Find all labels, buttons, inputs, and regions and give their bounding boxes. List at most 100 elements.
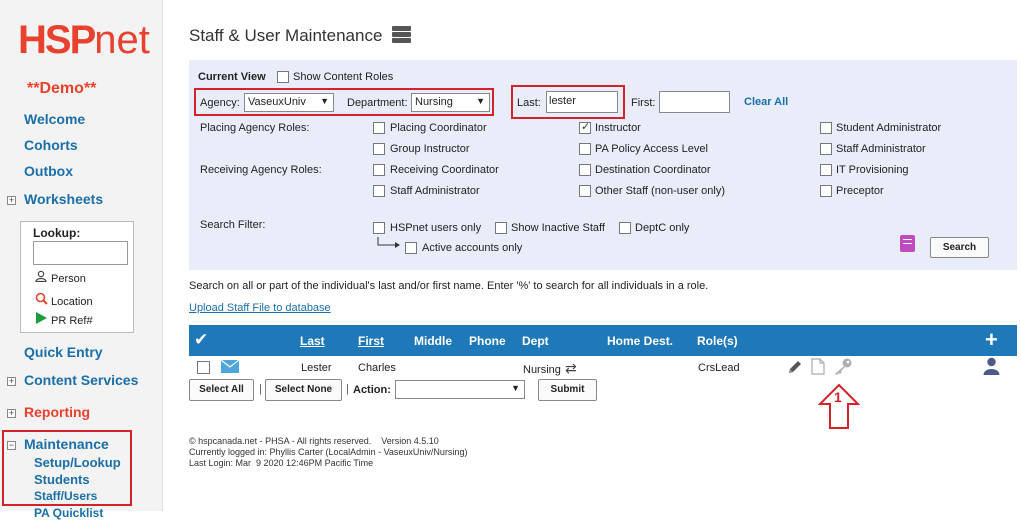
other-staff-checkbox[interactable] xyxy=(579,185,591,197)
user-profile-icon[interactable] xyxy=(983,357,1000,375)
hspnet-users-only-checkbox[interactable] xyxy=(373,222,385,234)
nav-pa-quicklist[interactable]: PA Quicklist xyxy=(34,506,103,520)
nav-cohorts[interactable]: Cohorts xyxy=(24,137,78,153)
agency-value: VaseuxUniv xyxy=(248,96,306,108)
active-accounts-only-checkbox[interactable] xyxy=(405,242,417,254)
edit-pencil-icon[interactable] xyxy=(787,359,803,375)
destination-coordinator-checkbox[interactable] xyxy=(579,164,591,176)
nav-welcome[interactable]: Welcome xyxy=(24,111,85,127)
action-label: Action: xyxy=(353,384,391,396)
it-provisioning-checkbox[interactable] xyxy=(820,164,832,176)
select-all-button[interactable]: Select All xyxy=(189,379,254,401)
footer-last-login: Last Login: Mar 9 2020 12:46PM Pacific T… xyxy=(189,458,374,468)
staff-administrator-left-checkbox[interactable] xyxy=(373,185,385,197)
switch-dept-arrows-icon[interactable]: ⇄ xyxy=(565,360,577,377)
last-name-input[interactable]: lester xyxy=(546,91,618,113)
column-middle: Middle xyxy=(414,334,452,348)
column-first[interactable]: First xyxy=(358,334,384,348)
group-instructor-checkbox[interactable] xyxy=(373,143,385,155)
expand-content-services-icon[interactable]: + xyxy=(7,377,16,386)
staff-administrator-right-checkbox[interactable] xyxy=(820,143,832,155)
nav-maintenance[interactable]: Maintenance xyxy=(24,436,109,452)
clear-all-link[interactable]: Clear All xyxy=(744,96,788,108)
help-book-icon[interactable] xyxy=(900,235,915,252)
row-select-checkbox[interactable] xyxy=(197,361,210,374)
annotation-number: 1 xyxy=(834,389,842,405)
search-help-text: Search on all or part of the individual'… xyxy=(189,280,709,292)
nav-quick-entry[interactable]: Quick Entry xyxy=(24,344,103,360)
email-envelope-icon[interactable] xyxy=(220,359,240,373)
first-name-input[interactable] xyxy=(659,91,730,113)
show-inactive-staff-label: Show Inactive Staff xyxy=(511,222,605,234)
key-icon[interactable] xyxy=(833,358,853,376)
server-icon[interactable] xyxy=(392,26,411,43)
person-icon xyxy=(35,270,51,285)
column-dept: Dept xyxy=(522,334,549,348)
nav-outbox[interactable]: Outbox xyxy=(24,163,73,179)
action-select[interactable]: ▼ xyxy=(395,380,525,399)
logo-hsp-text: HSP xyxy=(18,18,96,62)
deptc-only-checkbox[interactable] xyxy=(619,222,631,234)
nav-worksheets[interactable]: Worksheets xyxy=(24,191,103,207)
footer: © hspcanada.net - PHSA - All rights rese… xyxy=(189,436,467,469)
show-content-roles-label: Show Content Roles xyxy=(293,71,394,83)
staff-administrator-right-label: Staff Administrator xyxy=(836,143,926,155)
staff-administrator-left-label: Staff Administrator xyxy=(390,185,480,197)
select-none-button[interactable]: Select None xyxy=(265,379,342,401)
lookup-person[interactable]: Person xyxy=(35,270,86,285)
instructor-checkbox[interactable] xyxy=(579,120,591,134)
row-last: Lester xyxy=(301,362,332,374)
hspnet-logo[interactable]: HSPnet xyxy=(18,18,150,63)
department-select[interactable]: Nursing ▼ xyxy=(411,93,490,112)
upload-staff-file-link[interactable]: Upload Staff File to database xyxy=(189,302,331,314)
receiving-coordinator-label: Receiving Coordinator xyxy=(390,164,499,176)
results-table-header: ✔ Last First Middle Phone Dept Home Dest… xyxy=(189,325,1017,356)
play-icon xyxy=(35,312,51,327)
first-name-label: First: xyxy=(631,97,656,109)
row-first: Charles xyxy=(358,362,396,374)
hspnet-users-only-label: HSPnet users only xyxy=(390,222,482,234)
nav-students[interactable]: Students xyxy=(34,472,90,487)
lookup-location-label: Location xyxy=(51,296,93,308)
sub-filter-arrow-icon xyxy=(377,236,401,248)
select-all-checkmark-icon[interactable]: ✔ xyxy=(194,330,208,350)
lookup-prref[interactable]: PR Ref# xyxy=(35,312,93,327)
placing-coordinator-checkbox[interactable] xyxy=(373,122,385,134)
expand-reporting-icon[interactable]: + xyxy=(7,409,16,418)
department-label: Department: xyxy=(347,97,408,109)
nav-staff-users[interactable]: Staff/Users xyxy=(34,489,97,503)
search-filter-label: Search Filter: xyxy=(200,219,266,231)
location-search-icon xyxy=(35,292,51,308)
preceptor-checkbox[interactable] xyxy=(820,185,832,197)
footer-copyright: © hspcanada.net - PHSA - All rights rese… xyxy=(189,436,439,446)
department-dropdown-arrow-icon: ▼ xyxy=(476,96,485,106)
lookup-location[interactable]: Location xyxy=(35,292,93,308)
footer-logged-in: Currently logged in: Phyllis Carter (Loc… xyxy=(189,447,468,457)
document-icon[interactable] xyxy=(811,358,825,375)
nav-reporting[interactable]: Reporting xyxy=(24,404,90,420)
current-view-label: Current View xyxy=(198,71,266,83)
student-administrator-checkbox[interactable] xyxy=(820,122,832,134)
other-staff-label: Other Staff (non-user only) xyxy=(595,185,726,197)
it-provisioning-label: IT Provisioning xyxy=(836,164,909,176)
filter-panel: Current View Show Content Roles Agency: … xyxy=(189,60,1017,270)
row-dept: Nursing xyxy=(523,364,561,376)
column-last[interactable]: Last xyxy=(300,334,325,348)
receiving-coordinator-checkbox[interactable] xyxy=(373,164,385,176)
placing-coordinator-label: Placing Coordinator xyxy=(390,122,487,134)
nav-content-services[interactable]: Content Services xyxy=(24,372,138,388)
submit-button[interactable]: Submit xyxy=(538,379,597,401)
lookup-input[interactable] xyxy=(33,241,128,265)
student-administrator-label: Student Administrator xyxy=(836,122,942,134)
show-content-roles-checkbox[interactable] xyxy=(277,71,289,83)
collapse-maintenance-icon[interactable]: − xyxy=(7,441,16,450)
show-inactive-staff-checkbox[interactable] xyxy=(495,222,507,234)
agency-select[interactable]: VaseuxUniv ▼ xyxy=(244,93,334,112)
nav-setup-lookup[interactable]: Setup/Lookup xyxy=(34,455,121,470)
expand-worksheets-icon[interactable]: + xyxy=(7,196,16,205)
group-instructor-label: Group Instructor xyxy=(390,143,470,155)
instructor-label: Instructor xyxy=(595,122,641,134)
add-staff-plus-icon[interactable]: + xyxy=(985,329,998,351)
search-button[interactable]: Search xyxy=(930,237,989,258)
pa-policy-access-checkbox[interactable] xyxy=(579,143,591,155)
